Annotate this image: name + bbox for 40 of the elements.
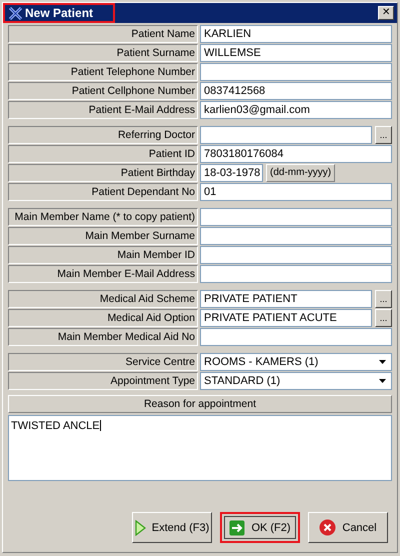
field-label: Patient E-Mail Address [8, 101, 198, 119]
field-label: Main Member Surname [8, 227, 198, 245]
date-field[interactable]: 18-03-1978 [200, 164, 263, 182]
field-label: Main Member Name (* to copy patient) [8, 208, 198, 226]
input-field[interactable]: KARLIEN [200, 25, 392, 43]
field-label: Patient Cellphone Number [8, 82, 198, 100]
date-format-hint: (dd-mm-yyyy) [266, 164, 336, 182]
field-label: Service Centre [8, 353, 198, 371]
field-label: Appointment Type [8, 372, 198, 390]
input-field[interactable]: PRIVATE PATIENT [200, 290, 372, 308]
field-label: Medical Aid Scheme [8, 290, 198, 308]
input-field[interactable]: 01 [200, 183, 392, 201]
field-label: Patient Birthday [8, 164, 198, 182]
ok-button[interactable]: OK (F2) [220, 512, 300, 543]
input-field[interactable]: PRIVATE PATIENT ACUTE [200, 309, 372, 327]
extend-button[interactable]: Extend (F3) [132, 512, 212, 543]
input-field[interactable]: 0837412568 [200, 82, 392, 100]
field-label: Patient ID [8, 145, 198, 163]
field-label: Patient Name [8, 25, 198, 43]
field-label: Main Member Medical Aid No [8, 328, 198, 346]
input-field[interactable]: WILLEMSE [200, 44, 392, 62]
lookup-button[interactable]: ... [375, 126, 392, 144]
field-label: Medical Aid Option [8, 309, 198, 327]
dropdown[interactable]: ROOMS - KAMERS (1) [200, 353, 392, 371]
input-field[interactable]: karlien03@gmail.com [200, 101, 392, 119]
field-label: Patient Dependant No [8, 183, 198, 201]
field-label: Referring Doctor [8, 126, 198, 144]
field-label: Main Member E-Mail Address [8, 265, 198, 283]
field-label: Main Member ID [8, 246, 198, 264]
lookup-button[interactable]: ... [375, 309, 392, 327]
dropdown[interactable]: STANDARD (1) [200, 372, 392, 390]
input-field[interactable]: 7803180176084 [200, 145, 392, 163]
cancel-button[interactable]: Cancel [308, 512, 388, 543]
section-header: Reason for appointment [8, 395, 392, 413]
window-title: New Patient [25, 6, 94, 20]
field-label: Patient Surname [8, 44, 198, 62]
lookup-button[interactable]: ... [375, 290, 392, 308]
reason-text-area[interactable]: TWISTED ANCLE [8, 415, 392, 481]
field-label: Patient Telephone Number [8, 63, 198, 81]
close-button[interactable]: ✕ [378, 6, 394, 20]
